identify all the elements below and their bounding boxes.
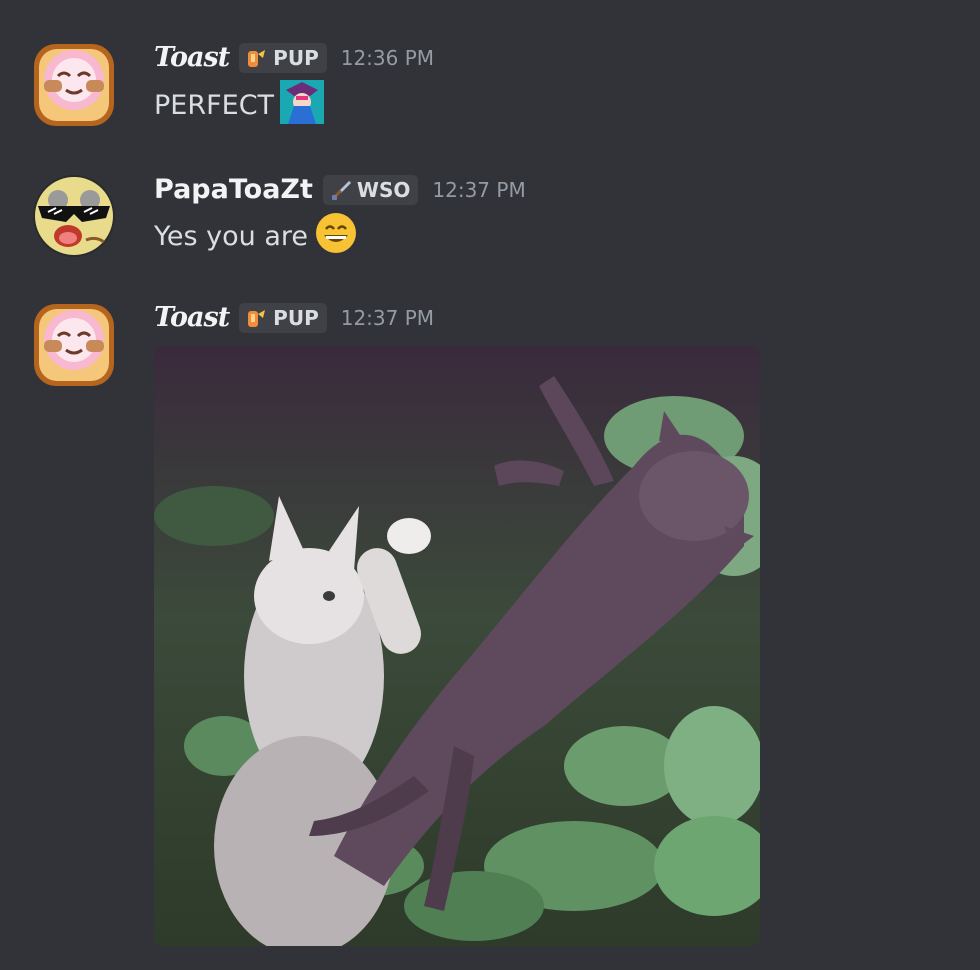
- timestamp[interactable]: 12:37 PM: [341, 306, 434, 330]
- grinning-face-emoji[interactable]: [314, 211, 358, 262]
- message-1: Toast PUP 12:36 PM PERFECT: [0, 0, 980, 150]
- toast-avatar-icon: [34, 304, 114, 386]
- username[interactable]: Toast: [154, 42, 230, 73]
- username[interactable]: PapaToaZt: [154, 174, 313, 205]
- role-tag-label: PUP: [273, 305, 319, 330]
- timestamp[interactable]: 12:36 PM: [341, 46, 434, 70]
- role-tag-label: WSO: [356, 177, 411, 202]
- message-content: Yes you are: [154, 212, 358, 258]
- role-tag[interactable]: PUP: [239, 302, 327, 333]
- message-text: Yes you are: [154, 220, 309, 252]
- image-attachment[interactable]: [154, 346, 760, 946]
- sword-icon: [331, 180, 352, 200]
- message-2: PapaToaZt WSO 12:37 PM Yes you are: [0, 150, 980, 280]
- role-tag[interactable]: PUP: [239, 42, 327, 73]
- toast-avatar-icon: [34, 44, 114, 126]
- message-header: Toast PUP 12:36 PM: [154, 42, 434, 73]
- anime-character-emoji[interactable]: [280, 79, 325, 131]
- message-text: PERFECT: [154, 89, 275, 121]
- fire-hand-icon: [248, 49, 266, 67]
- avatar-toast[interactable]: [28, 36, 120, 128]
- avatar-papatoazt[interactable]: [28, 170, 120, 262]
- avatar-toast[interactable]: [28, 296, 120, 388]
- timestamp[interactable]: 12:37 PM: [432, 178, 525, 202]
- fire-hand-icon: [248, 309, 266, 327]
- role-tag[interactable]: WSO: [322, 174, 419, 205]
- role-tag-label: PUP: [273, 45, 319, 70]
- message-content: PERFECT: [154, 79, 325, 126]
- message-header: PapaToaZt WSO 12:37 PM: [154, 174, 526, 205]
- papatoazt-avatar-icon: [33, 175, 115, 257]
- username[interactable]: Toast: [154, 302, 230, 333]
- message-header: Toast PUP 12:37 PM: [154, 302, 434, 333]
